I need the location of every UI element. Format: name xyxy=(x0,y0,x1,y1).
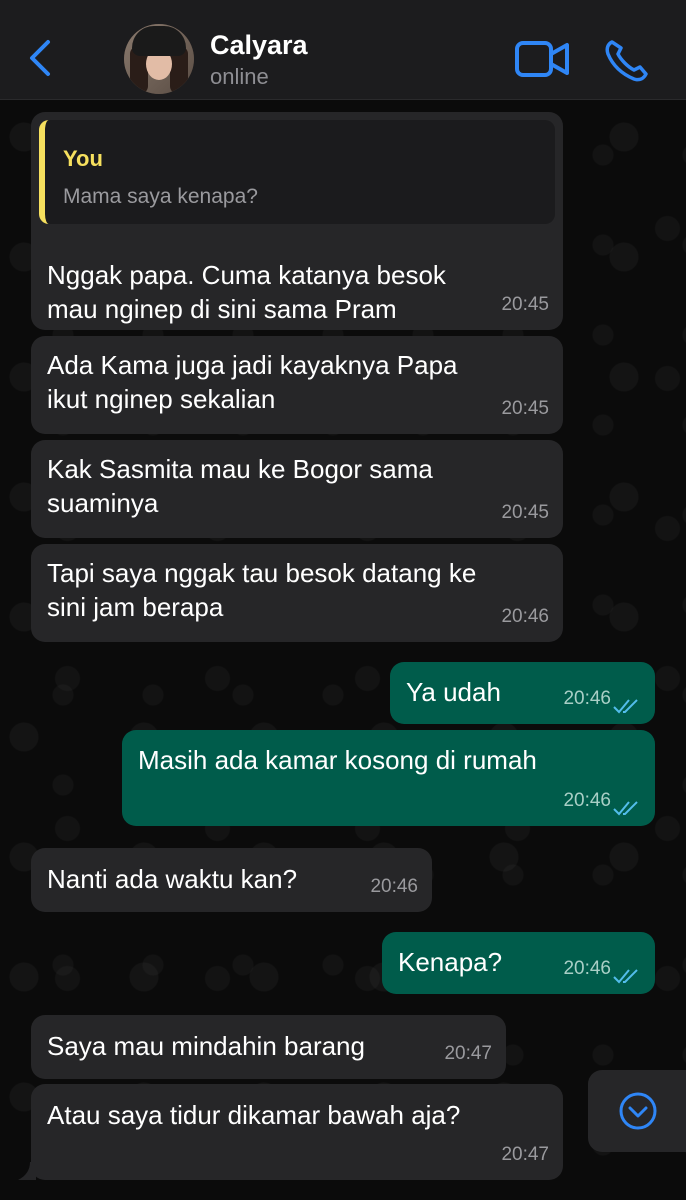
chevron-down-circle-icon xyxy=(619,1092,657,1130)
double-check-icon xyxy=(613,969,638,984)
video-camera-icon xyxy=(515,41,569,77)
message-time: 20:47 xyxy=(501,1144,549,1165)
message-text: Ada Kama juga jadi kayaknya Papa ikut ng… xyxy=(47,348,458,416)
video-call-button[interactable] xyxy=(514,40,570,78)
message-text: Nanti ada waktu kan? xyxy=(47,864,298,894)
quoted-message[interactable]: You Mama saya kenapa? xyxy=(39,120,555,224)
message-line: mau nginep di sini sama Pram xyxy=(47,294,397,324)
message-bubble-incoming[interactable]: Atau saya tidur dikamar bawah aja? 20:47 xyxy=(31,1084,563,1180)
message-bubble-outgoing[interactable]: Ya udah 20:46 xyxy=(390,662,655,724)
message-time: 20:46 xyxy=(563,958,611,979)
message-text: Ya udah xyxy=(406,677,501,707)
contact-name[interactable]: Calyara xyxy=(210,30,308,61)
message-time: 20:46 xyxy=(563,688,611,709)
double-check-icon xyxy=(613,699,638,714)
message-line: suaminya xyxy=(47,488,159,518)
contact-status: online xyxy=(210,64,269,89)
message-bubble-incoming[interactable]: Kak Sasmita mau ke Bogor sama suaminya 2… xyxy=(31,440,563,538)
message-bubble-incoming[interactable]: Nanti ada waktu kan? 20:46 xyxy=(31,848,432,912)
scroll-to-bottom-button[interactable] xyxy=(588,1070,686,1152)
message-line: Nggak papa. Cuma katanya besok xyxy=(47,260,446,290)
message-time: 20:47 xyxy=(444,1043,492,1064)
message-line: ikut nginep sekalian xyxy=(47,384,276,414)
message-text: Nggak papa. Cuma katanya besok mau ngine… xyxy=(47,258,446,326)
message-text: Masih ada kamar kosong di rumah xyxy=(138,745,537,775)
message-text: Saya mau mindahin barang xyxy=(47,1031,365,1061)
message-time: 20:46 xyxy=(501,606,549,627)
chevron-left-icon xyxy=(30,40,50,76)
quoted-author: You xyxy=(63,146,103,171)
avatar[interactable] xyxy=(124,24,194,94)
quoted-text: Mama saya kenapa? xyxy=(63,185,258,208)
message-line: Ada Kama juga jadi kayaknya Papa xyxy=(47,350,458,380)
message-bubble-incoming[interactable]: Saya mau mindahin barang 20:47 xyxy=(31,1015,506,1079)
message-time: 20:45 xyxy=(501,398,549,419)
message-line: sini jam berapa xyxy=(47,592,224,622)
message-bubble-incoming[interactable]: Tapi saya nggak tau besok datang ke sini… xyxy=(31,544,563,642)
double-check-icon xyxy=(613,801,638,816)
message-time: 20:45 xyxy=(501,294,549,315)
message-bubble-incoming[interactable]: Ada Kama juga jadi kayaknya Papa ikut ng… xyxy=(31,336,563,434)
message-line: Kak Sasmita mau ke Bogor sama xyxy=(47,454,433,484)
message-bubble-outgoing[interactable]: Kenapa? 20:46 xyxy=(382,932,655,994)
message-text: Kenapa? xyxy=(398,947,503,977)
message-line: Tapi saya nggak tau besok datang ke xyxy=(47,558,477,588)
phone-icon xyxy=(605,40,648,82)
message-time: 20:45 xyxy=(501,502,549,523)
message-time: 20:46 xyxy=(370,876,418,897)
message-text: Kak Sasmita mau ke Bogor sama suaminya xyxy=(47,452,433,520)
message-time: 20:46 xyxy=(563,790,611,811)
message-bubble-incoming[interactable]: You Mama saya kenapa? Nggak papa. Cuma k… xyxy=(31,112,563,330)
message-list[interactable]: You Mama saya kenapa? Nggak papa. Cuma k… xyxy=(0,101,686,1200)
bubble-tail xyxy=(18,1162,36,1180)
back-button[interactable] xyxy=(22,38,58,78)
message-text: Tapi saya nggak tau besok datang ke sini… xyxy=(47,556,476,624)
voice-call-button[interactable] xyxy=(604,38,650,82)
chat-header: Calyara online xyxy=(0,0,686,100)
message-text: Atau saya tidur dikamar bawah aja? xyxy=(47,1100,461,1130)
message-bubble-outgoing[interactable]: Masih ada kamar kosong di rumah 20:46 xyxy=(122,730,655,826)
